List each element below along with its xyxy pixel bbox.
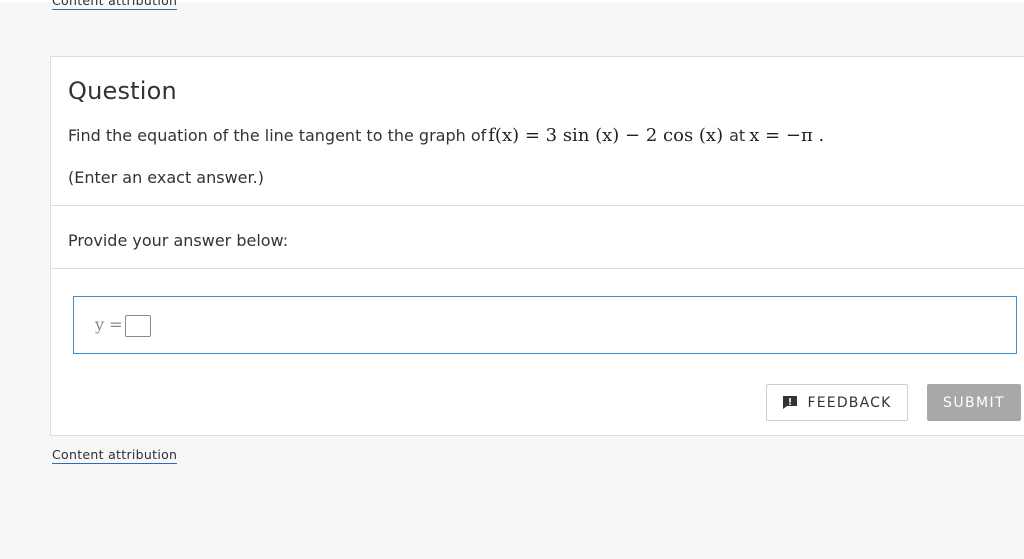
divider [51, 205, 1024, 206]
answer-input[interactable] [125, 315, 151, 337]
question-card: Question Find the equation of the line t… [50, 56, 1024, 436]
question-hint: (Enter an exact answer.) [68, 168, 264, 187]
divider [51, 268, 1024, 269]
feedback-icon [783, 396, 798, 409]
function-expression: f(x) = 3 sin (x) − 2 cos (x) [488, 125, 724, 146]
point-expression: x = −π . [749, 125, 825, 146]
question-text-prefix: Find the equation of the line tangent to… [68, 126, 487, 145]
content-attribution-link-top[interactable]: Content attribution [52, 0, 178, 10]
page: Content attribution Question Find the eq… [0, 0, 1024, 559]
feedback-label: FEEDBACK [807, 394, 892, 411]
content-attribution-link-bottom[interactable]: Content attribution [52, 448, 178, 464]
question-text: Find the equation of the line tangent to… [68, 125, 824, 146]
answer-container[interactable]: y = [73, 296, 1017, 354]
question-text-middle: at [729, 126, 746, 145]
feedback-button[interactable]: FEEDBACK [766, 384, 908, 421]
question-title: Question [68, 77, 177, 105]
answer-prompt: Provide your answer below: [68, 231, 289, 250]
submit-button[interactable]: SUBMIT [927, 384, 1021, 421]
answer-lhs-label: y = [95, 315, 123, 334]
